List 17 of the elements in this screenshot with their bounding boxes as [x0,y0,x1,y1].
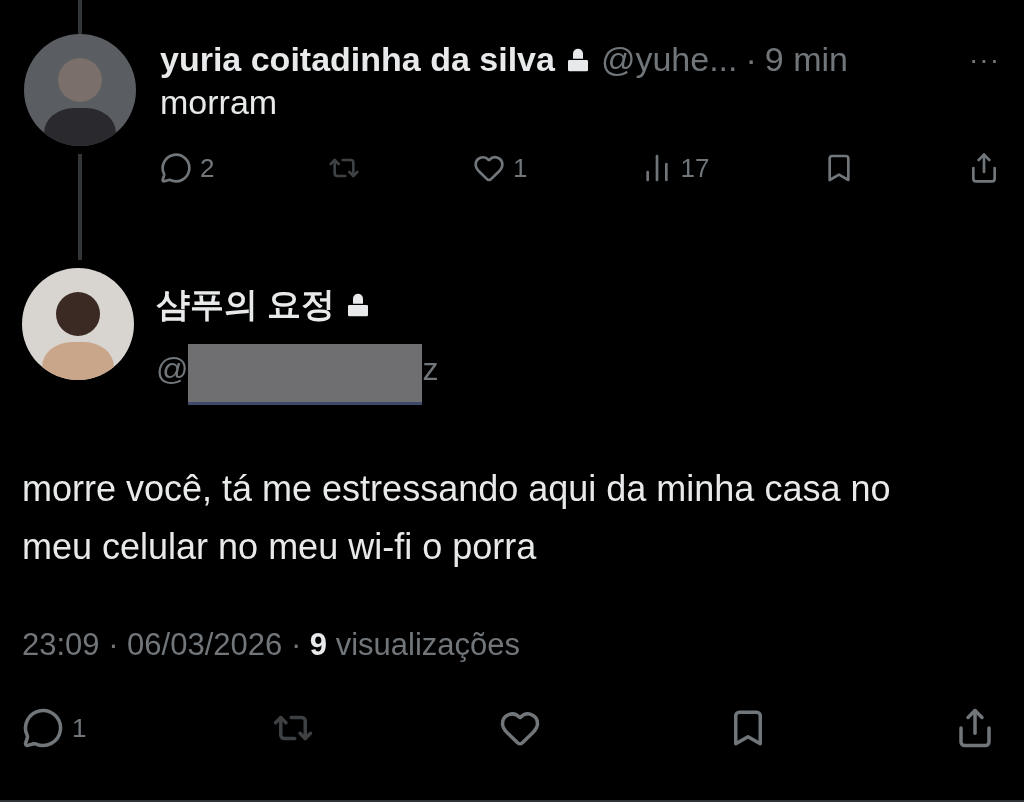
tweet-meta: 23:09 · 06/03/2026 · 9 visualizações [22,627,522,664]
reply-icon [160,152,192,184]
like-button[interactable]: 1 [472,152,528,184]
handle[interactable]: @yuhe... [600,40,738,79]
timestamp[interactable]: 9 min [764,40,848,79]
reply-icon [22,707,64,750]
reply-button[interactable]: 1 [22,707,87,750]
author-name[interactable]: yuria coitadinha da silva [160,40,555,79]
views-button[interactable]: 17 [640,152,710,184]
handle[interactable]: @ [156,350,189,388]
separator: · [745,40,757,79]
author-name[interactable]: 샴푸의 요정 [156,282,336,328]
tweet-text: morram [160,83,279,122]
tweet-text: morre você, tá me estressando aqui da minha casa no meu celular no meu wi-fi o porra [22,467,892,569]
more-button[interactable]: ··· [969,43,1000,76]
reply-button[interactable]: 2 [160,152,215,184]
handle[interactable]: z [422,350,439,388]
